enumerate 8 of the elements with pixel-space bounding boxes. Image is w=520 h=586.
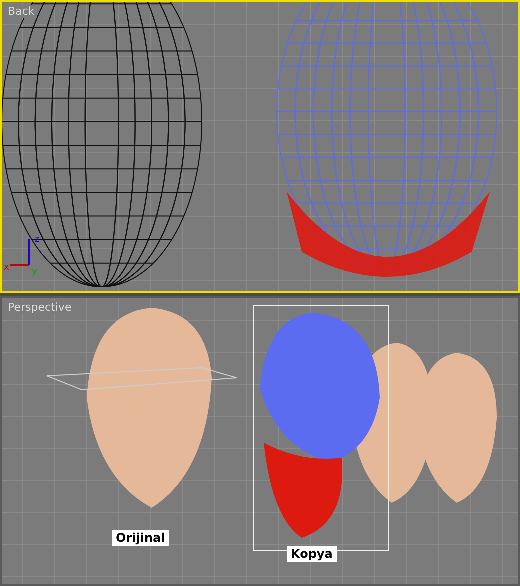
axis-label: x xyxy=(4,263,10,273)
viewport-label[interactable]: Perspective xyxy=(6,301,74,314)
perspective-viewport[interactable]: Perspective Orijinal Kopya xyxy=(0,296,520,586)
caption: Orijinal xyxy=(112,530,170,546)
axis-label: y xyxy=(32,267,38,277)
axis-tripod-icon xyxy=(10,239,30,266)
viewport-label[interactable]: Back xyxy=(6,5,37,18)
caption: Kopya xyxy=(287,546,337,562)
